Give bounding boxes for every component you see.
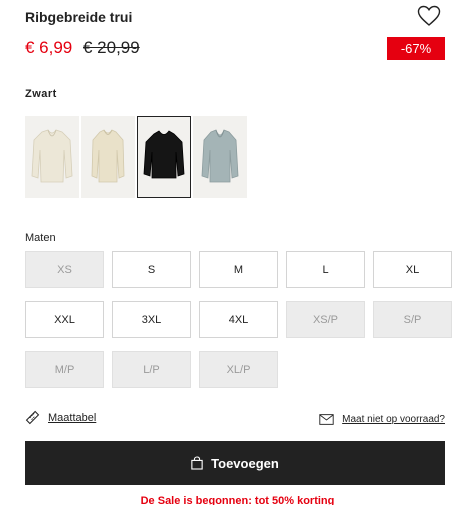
- size-option[interactable]: L/P: [112, 351, 191, 388]
- envelope-icon: [319, 414, 334, 425]
- add-button-label: Toevoegen: [211, 455, 279, 471]
- sizes-label: Maten: [25, 232, 56, 244]
- size-option[interactable]: S/P: [373, 301, 452, 338]
- size-guide-link[interactable]: Maattabel: [25, 410, 96, 425]
- swatch-cream-cardigan[interactable]: [25, 116, 79, 198]
- size-option[interactable]: M/P: [25, 351, 104, 388]
- sweater-thumbnail-icon: [201, 129, 239, 183]
- sale-price: € 6,99: [25, 38, 73, 57]
- size-option[interactable]: XL/P: [199, 351, 278, 388]
- notify-out-of-stock-link[interactable]: Maat niet op voorraad?: [319, 414, 445, 425]
- sale-promo-banner[interactable]: De Sale is begonnen: tot 50% korting: [0, 495, 475, 505]
- size-option[interactable]: S: [112, 251, 191, 288]
- size-guide-label: Maattabel: [48, 411, 97, 424]
- size-option[interactable]: 3XL: [112, 301, 191, 338]
- size-option[interactable]: M: [199, 251, 278, 288]
- discount-badge: -67%: [387, 37, 445, 60]
- shopping-bag-icon: [191, 456, 203, 470]
- swatch-cream-sweater[interactable]: [81, 116, 135, 198]
- sweater-thumbnail-icon: [31, 129, 73, 183]
- size-option[interactable]: L: [286, 251, 365, 288]
- price-row: € 6,99 € 20,99: [25, 38, 140, 58]
- size-option[interactable]: XXL: [25, 301, 104, 338]
- swatch-grey-blue-sweater[interactable]: [193, 116, 247, 198]
- size-option[interactable]: XS: [25, 251, 104, 288]
- selected-color-name: Zwart: [25, 88, 57, 100]
- original-price: € 20,99: [83, 38, 140, 57]
- notify-label: Maat niet op voorraad?: [342, 414, 445, 425]
- size-option[interactable]: XL: [373, 251, 452, 288]
- size-option[interactable]: XS/P: [286, 301, 365, 338]
- size-option[interactable]: 4XL: [199, 301, 278, 338]
- color-swatches: [25, 116, 247, 198]
- ruler-icon: [25, 410, 40, 425]
- add-to-bag-button[interactable]: Toevoegen: [25, 441, 445, 485]
- swatch-black-sweater[interactable]: [137, 116, 191, 198]
- product-title: Ribgebreide trui: [25, 9, 133, 25]
- favorite-heart-icon[interactable]: [417, 5, 441, 27]
- size-grid: XS S M L XL XXL 3XL 4XL XS/P S/P M/P L/P XL/P: [25, 251, 452, 388]
- sweater-thumbnail-icon: [91, 129, 125, 183]
- sweater-thumbnail-icon: [143, 130, 185, 179]
